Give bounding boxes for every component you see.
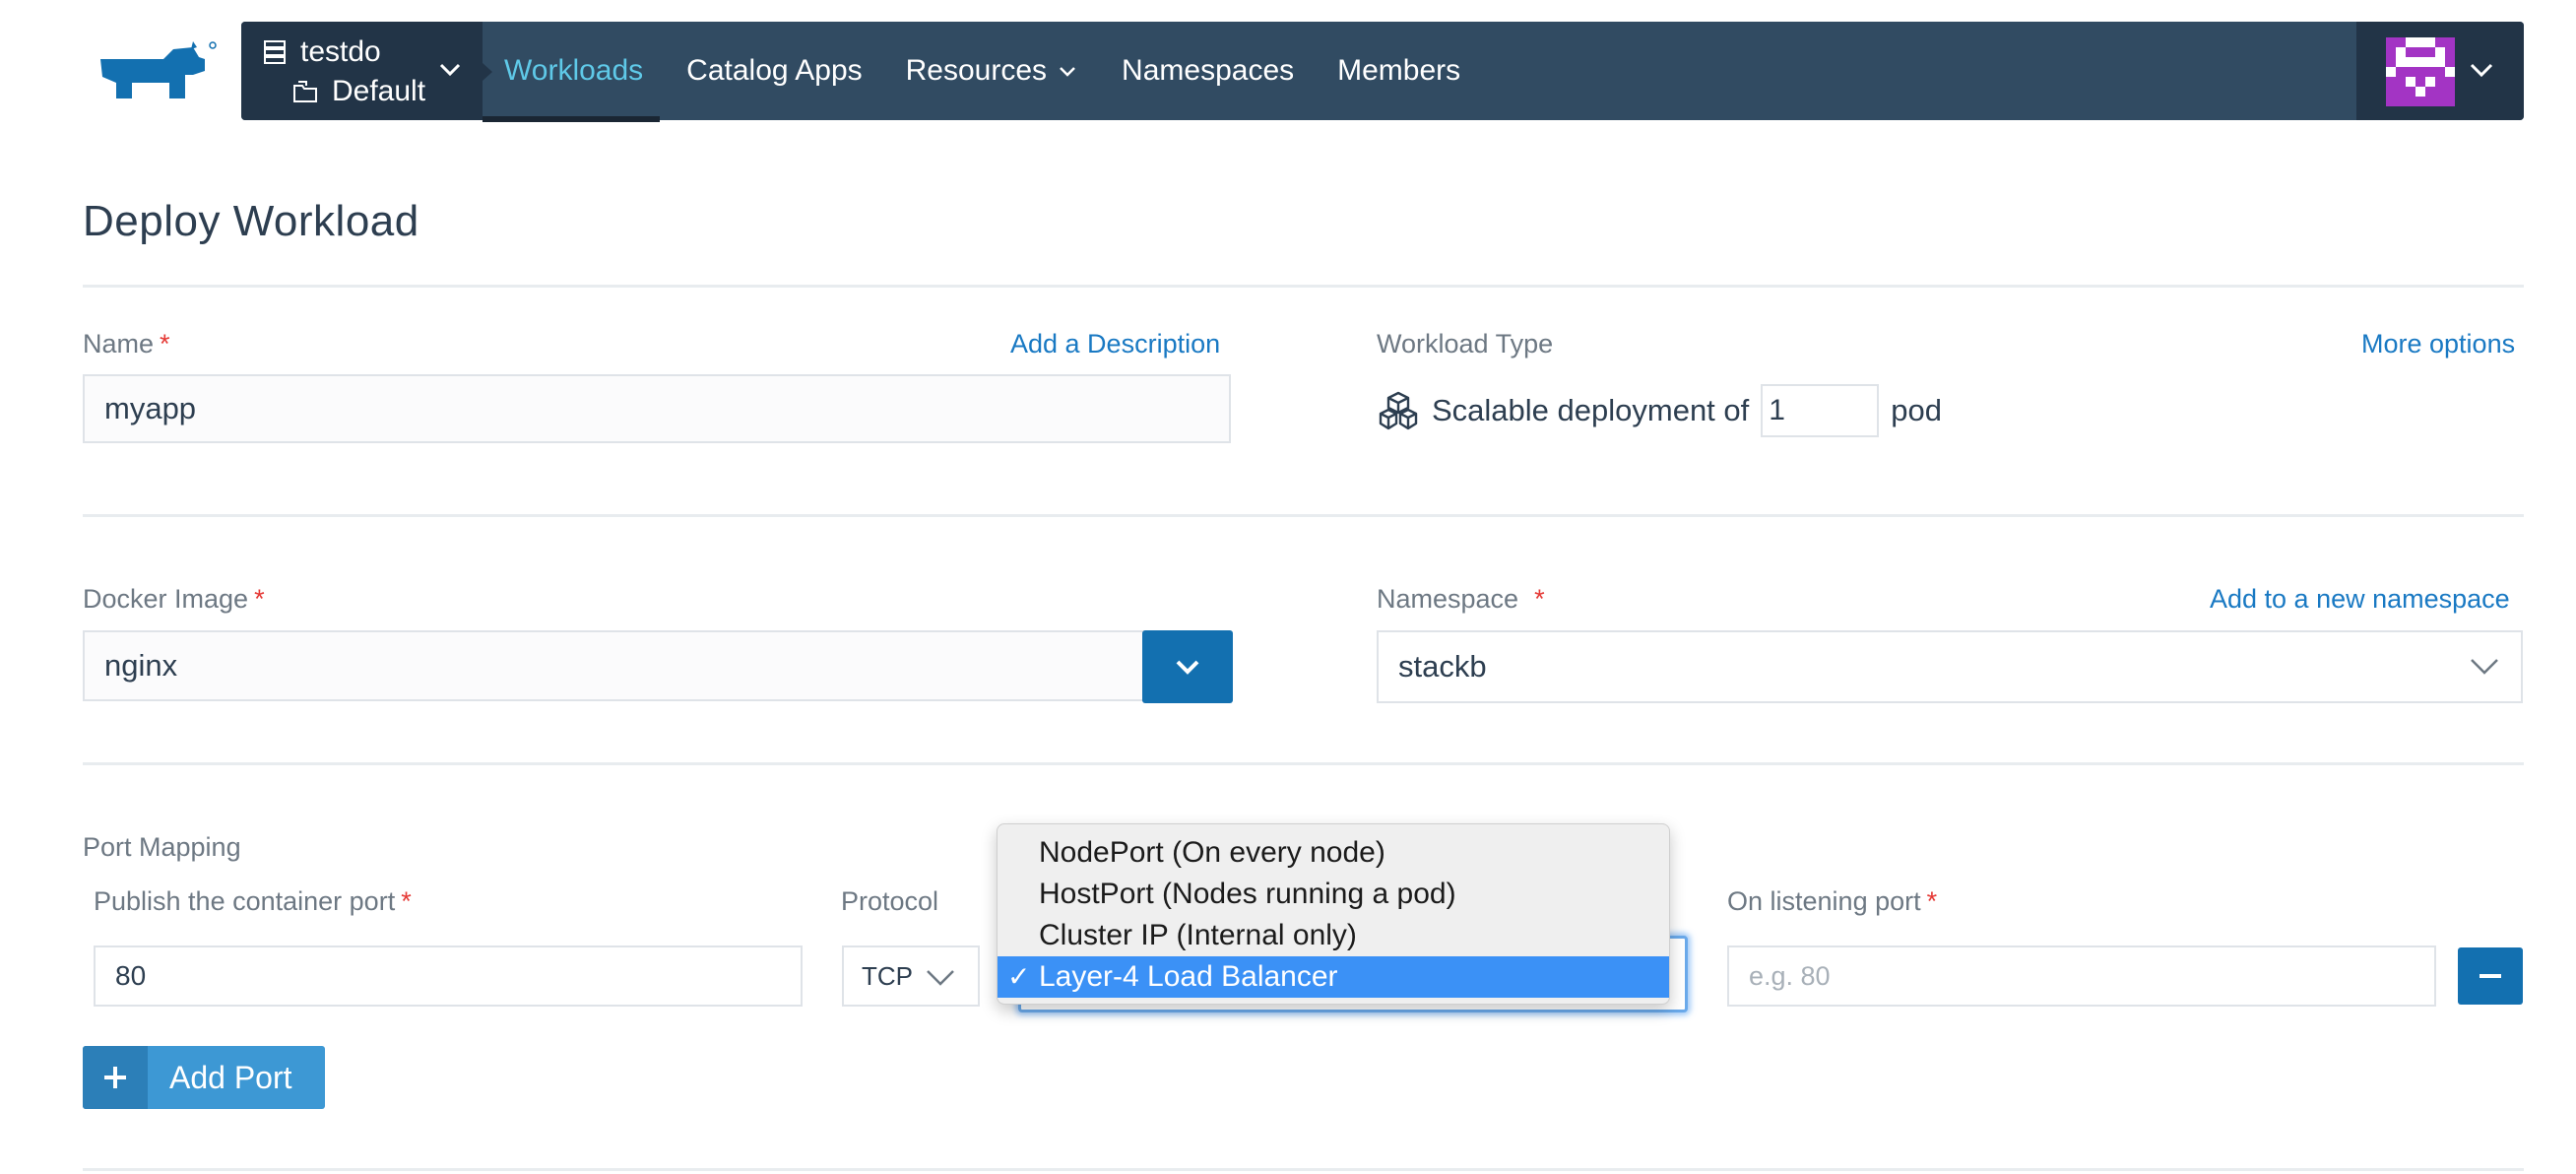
option-label: HostPort (Nodes running a pod) [1039, 878, 1456, 910]
nav-members-label: Members [1337, 54, 1461, 87]
image-dropdown-button[interactable] [1142, 630, 1233, 703]
listening-port-label-text: On listening port [1727, 886, 1921, 916]
nav-catalog-apps[interactable]: Catalog Apps [665, 22, 883, 120]
name-label-text: Name [83, 329, 155, 359]
service-option-hostport[interactable]: HostPort (Nodes running a pod) [998, 874, 1669, 915]
container-port-input[interactable]: 80 [94, 946, 803, 1007]
chevron-down-icon [439, 63, 461, 77]
checkmark-icon: ✓ [1007, 961, 1031, 992]
required-mark: * [160, 329, 170, 359]
name-label: Name * [83, 329, 170, 359]
nav-namespaces-label: Namespaces [1122, 54, 1295, 87]
docker-image-label-text: Docker Image [83, 584, 249, 614]
name-input[interactable]: myapp [83, 374, 1231, 443]
project-name: Default [332, 75, 426, 107]
docker-image-input[interactable]: nginx [83, 630, 1146, 701]
chevron-down-icon [2470, 63, 2493, 78]
top-navigation-bar: testdo Default Workloads Catalog Apps Re… [241, 22, 2524, 122]
cubes-icon [1379, 391, 1418, 430]
service-option-clusterip[interactable]: Cluster IP (Internal only) [998, 915, 1669, 956]
add-namespace-link[interactable]: Add to a new namespace [2210, 584, 2510, 615]
remove-port-button[interactable] [2458, 947, 2523, 1005]
service-option-nodeport[interactable]: NodePort (On every node) [998, 832, 1669, 874]
namespace-select[interactable]: stackb [1377, 630, 2523, 703]
protocol-label: Protocol [841, 886, 939, 916]
minus-icon [2479, 974, 2501, 978]
service-option-loadbalancer[interactable]: ✓ Layer-4 Load Balancer [998, 956, 1669, 998]
folder-icon [293, 81, 317, 102]
nav-catalog-apps-label: Catalog Apps [686, 54, 863, 87]
main-nav: Workloads Catalog Apps Resources Namespa… [483, 22, 1482, 122]
cluster-project-switcher[interactable]: testdo Default [241, 22, 483, 120]
nav-workloads-label: Workloads [504, 54, 644, 87]
add-port-button[interactable]: Add Port [83, 1046, 325, 1109]
workload-type-prefix: Scalable deployment of [1432, 393, 1750, 427]
namespace-label: Namespace * [1377, 584, 1545, 615]
nav-resources[interactable]: Resources [884, 22, 1100, 120]
add-port-label: Add Port [169, 1059, 292, 1095]
user-menu[interactable] [2356, 22, 2524, 120]
nav-namespaces[interactable]: Namespaces [1100, 22, 1316, 120]
chevron-down-icon [2471, 659, 2498, 675]
add-description-link[interactable]: Add a Description [1010, 329, 1220, 359]
port-mapping-label: Port Mapping [83, 832, 241, 862]
listening-port-label: On listening port * [1727, 886, 1937, 917]
publish-port-label-text: Publish the container port [94, 886, 396, 916]
nav-members[interactable]: Members [1316, 22, 1482, 120]
nav-workloads[interactable]: Workloads [483, 22, 665, 122]
cluster-name: testdo [300, 35, 381, 68]
plus-icon-wrapper [83, 1046, 148, 1109]
page-title: Deploy Workload [83, 197, 419, 245]
divider [83, 1168, 2524, 1171]
option-label: NodePort (On every node) [1039, 836, 1385, 869]
avatar [2386, 37, 2455, 106]
publish-port-label: Publish the container port * [94, 886, 412, 917]
rancher-logo-icon[interactable] [83, 37, 221, 106]
nav-resources-label: Resources [905, 54, 1048, 87]
required-mark: * [1534, 584, 1545, 614]
service-type-dropdown-menu: NodePort (On every node) HostPort (Nodes… [997, 823, 1670, 1005]
required-mark: * [401, 886, 412, 916]
listening-port-input[interactable]: e.g. 80 [1727, 946, 2436, 1007]
workload-type-row: Scalable deployment of 1 pod [1377, 384, 1942, 437]
namespace-label-text: Namespace [1377, 584, 1519, 614]
workload-type-label: Workload Type [1377, 329, 1554, 359]
option-label: Layer-4 Load Balancer [1039, 960, 1338, 993]
cluster-row: testdo [263, 35, 381, 69]
divider [83, 762, 2524, 765]
required-mark: * [254, 584, 265, 614]
more-options-link[interactable]: More options [2361, 329, 2515, 359]
docker-image-label: Docker Image * [83, 584, 265, 615]
chevron-down-icon [927, 970, 954, 986]
divider [83, 285, 2524, 288]
chevron-down-icon [1176, 660, 1199, 675]
scale-count-input[interactable]: 1 [1761, 384, 1880, 437]
required-mark: * [1926, 886, 1938, 916]
server-icon [264, 40, 286, 64]
page: testdo Default Workloads Catalog Apps Re… [0, 0, 2576, 1174]
plus-icon [104, 1067, 126, 1088]
option-label: Cluster IP (Internal only) [1039, 919, 1357, 951]
chevron-down-icon [1060, 67, 1075, 77]
protocol-select[interactable]: TCP [842, 946, 980, 1007]
project-row: Default [292, 75, 425, 108]
workload-type-suffix: pod [1891, 393, 1942, 427]
divider [83, 514, 2524, 517]
